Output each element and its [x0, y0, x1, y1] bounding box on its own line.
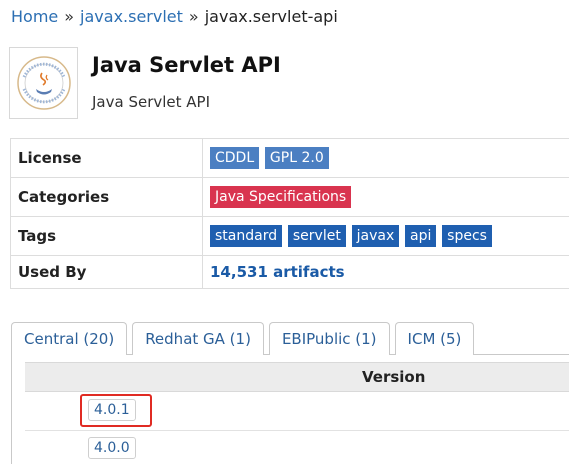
tag-standard[interactable]: standard [210, 225, 282, 247]
license-tag-cddl[interactable]: CDDL [210, 147, 259, 169]
tab-icm[interactable]: ICM (5) [395, 322, 475, 355]
breadcrumb-separator: » [64, 7, 74, 26]
tag-specs[interactable]: specs [442, 225, 492, 247]
breadcrumb-group-link[interactable]: javax.servlet [80, 7, 183, 26]
highlight-box [80, 394, 152, 427]
license-values: CDDL GPL 2.0 [203, 139, 569, 178]
version-row-divider [25, 430, 569, 431]
version-header-label: Version [362, 368, 425, 386]
tag-api[interactable]: api [405, 225, 436, 247]
categories-label: Categories [11, 178, 203, 217]
breadcrumb: Home » javax.servlet » javax.servlet-api [11, 7, 338, 26]
tab-redhat-ga[interactable]: Redhat GA (1) [132, 322, 264, 355]
usedby-row: Used By 14,531 artifacts [11, 256, 569, 289]
artifact-logo [9, 47, 78, 119]
java-community-process-logo-icon [16, 55, 72, 111]
version-column-header: Version [25, 362, 569, 392]
usedby-values: 14,531 artifacts [203, 256, 569, 289]
version-link-4-0-0[interactable]: 4.0.0 [88, 437, 136, 459]
usedby-label: Used By [11, 256, 203, 289]
page-subtitle: Java Servlet API [92, 93, 210, 111]
license-label: License [11, 139, 203, 178]
artifact-info-table: License CDDL GPL 2.0 Categories Java Spe… [10, 138, 569, 289]
breadcrumb-separator: » [189, 7, 199, 26]
tab-central[interactable]: Central (20) [11, 322, 127, 355]
repository-tabs: Central (20) Redhat GA (1) EBIPublic (1)… [11, 322, 474, 355]
tags-values: standard servlet javax api specs [203, 217, 569, 256]
breadcrumb-current: javax.servlet-api [205, 7, 338, 26]
tags-row: Tags standard servlet javax api specs [11, 217, 569, 256]
tab-ebipublic[interactable]: EBIPublic (1) [269, 322, 390, 355]
tags-label: Tags [11, 217, 203, 256]
breadcrumb-home-link[interactable]: Home [11, 7, 58, 26]
category-tag-java-specifications[interactable]: Java Specifications [210, 186, 351, 208]
categories-row: Categories Java Specifications [11, 178, 569, 217]
tag-servlet[interactable]: servlet [288, 225, 346, 247]
license-row: License CDDL GPL 2.0 [11, 139, 569, 178]
usedby-link[interactable]: 14,531 artifacts [210, 263, 345, 281]
page-title: Java Servlet API [92, 53, 281, 77]
categories-values: Java Specifications [203, 178, 569, 217]
license-tag-gpl[interactable]: GPL 2.0 [265, 147, 329, 169]
tag-javax[interactable]: javax [352, 225, 400, 247]
